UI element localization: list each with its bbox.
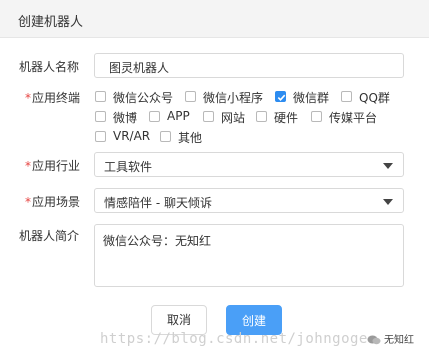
name-input-value: 图灵机器人 <box>109 61 170 75</box>
dialog-header: 创建机器人 <box>0 0 429 38</box>
checkbox-box[interactable] <box>311 111 322 122</box>
checkbox-label: 其他 <box>178 131 203 145</box>
checkbox-box[interactable] <box>149 111 160 122</box>
watermark-badge: 无知红 <box>367 331 414 346</box>
watermark-badge-text: 无知红 <box>384 335 414 346</box>
create-robot-dialog: 创建机器人 机器人名称 图灵机器人 *应用终端 微信公众号 微信小程序 微信群 … <box>0 0 429 359</box>
chevron-down-icon <box>383 199 393 205</box>
checkmark-icon <box>277 94 286 101</box>
checkbox-box[interactable] <box>256 111 267 122</box>
checkbox-label: 传媒平台 <box>329 111 378 125</box>
checkbox-label: 微信公众号 <box>113 91 174 105</box>
industry-select-value: 工具软件 <box>104 160 153 174</box>
checkbox-box[interactable] <box>160 131 171 142</box>
checkbox-label: VR/AR <box>113 129 151 143</box>
industry-label-text: 应用行业 <box>32 159 81 173</box>
checkbox-box[interactable] <box>203 111 214 122</box>
scene-label: *应用场景 <box>25 193 80 210</box>
name-label: 机器人名称 <box>19 60 80 74</box>
checkbox-label: 网站 <box>221 111 246 125</box>
checkbox-label: 微信群 <box>293 91 330 105</box>
checkbox-label: 微博 <box>113 111 138 125</box>
checkbox-label: 硬件 <box>274 111 299 125</box>
chevron-down-icon <box>383 163 393 169</box>
checkbox-box[interactable] <box>341 91 352 102</box>
wechat-icon <box>367 335 381 345</box>
intro-textarea-value: 微信公众号：无知红 <box>103 234 212 248</box>
industry-select[interactable]: 工具软件 <box>94 152 404 177</box>
required-mark: * <box>25 159 31 173</box>
checkbox-box[interactable] <box>95 111 106 122</box>
watermark-url: https://blog.csdn.net/johngoge <box>100 331 368 347</box>
required-mark: * <box>25 195 31 209</box>
dialog-title: 创建机器人 <box>18 15 84 30</box>
scene-select-value: 情感陪伴 - 聊天倾诉 <box>104 196 212 210</box>
name-input[interactable]: 图灵机器人 <box>94 53 404 78</box>
checkbox-box-checked[interactable] <box>275 91 286 102</box>
platform-label-text: 应用终端 <box>32 91 81 105</box>
required-mark: * <box>25 91 31 105</box>
industry-label: *应用行业 <box>25 157 80 174</box>
intro-textarea[interactable]: 微信公众号：无知红 <box>94 224 404 287</box>
checkbox-label: QQ群 <box>359 91 390 105</box>
scene-select[interactable]: 情感陪伴 - 聊天倾诉 <box>94 188 404 213</box>
checkbox-box[interactable] <box>185 91 196 102</box>
checkbox-label: APP <box>167 109 190 123</box>
scene-label-text: 应用场景 <box>32 195 81 209</box>
intro-label: 机器人简介 <box>19 229 80 243</box>
checkbox-box[interactable] <box>95 131 106 142</box>
platform-label: *应用终端 <box>25 89 80 106</box>
checkbox-label: 微信小程序 <box>203 91 264 105</box>
checkbox-box[interactable] <box>95 91 106 102</box>
